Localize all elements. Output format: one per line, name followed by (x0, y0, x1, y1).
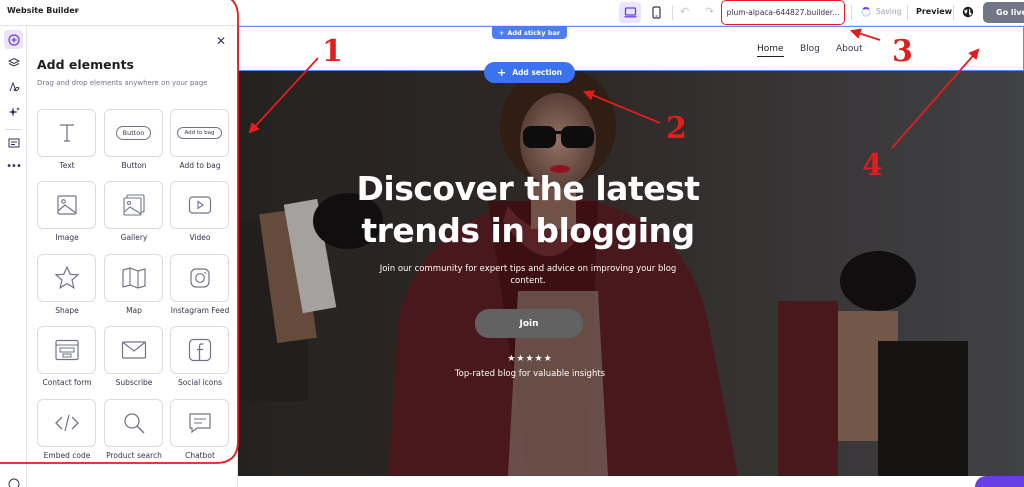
annotation-label-1: 1 (322, 34, 343, 69)
annotation-label-4: 4 (862, 148, 883, 183)
annotation-arrow-1 (248, 57, 319, 134)
annotation-overlay (0, 0, 980, 464)
annotation-arrow-2 (583, 90, 661, 124)
annotation-panel-outline (0, 0, 239, 464)
annotation-label-3: 3 (892, 34, 913, 69)
website-builder-editor: Website Builder ⌄ ↶ ↷ plum-alpaca-644827… (0, 0, 1024, 487)
annotation-label-2: 2 (666, 111, 687, 146)
annotation-arrow-3 (849, 28, 881, 41)
